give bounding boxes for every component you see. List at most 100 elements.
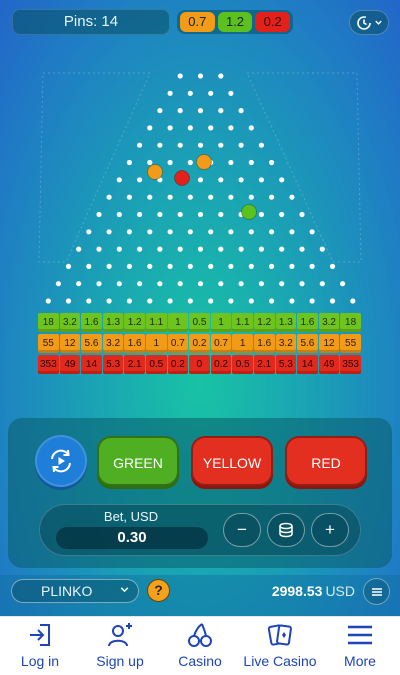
help-button[interactable]: ? bbox=[147, 579, 170, 602]
board-pin bbox=[45, 298, 51, 304]
nav-label: Casino bbox=[178, 653, 222, 669]
decrease-bet-button[interactable]: − bbox=[223, 513, 261, 547]
board-pin bbox=[299, 281, 305, 287]
board-pin bbox=[208, 194, 214, 200]
board-pin bbox=[177, 142, 183, 148]
nav-more[interactable]: More bbox=[320, 617, 400, 675]
add-user-icon bbox=[108, 623, 132, 647]
board-pin bbox=[228, 194, 234, 200]
board-pin bbox=[197, 142, 204, 148]
red-button[interactable]: RED bbox=[285, 436, 367, 486]
nav-live-casino[interactable]: Live Casino bbox=[240, 617, 320, 675]
red-slot: 353 bbox=[38, 355, 59, 374]
board-pin bbox=[55, 281, 62, 287]
board-pin bbox=[228, 263, 234, 269]
board-pin bbox=[218, 211, 224, 218]
board-pin bbox=[350, 298, 356, 304]
board-pin bbox=[340, 281, 346, 287]
board-pin bbox=[86, 229, 92, 235]
board-pin bbox=[167, 90, 173, 96]
green-slot: 18 bbox=[38, 313, 59, 332]
board-pin bbox=[228, 90, 234, 96]
green-slot: 1.6 bbox=[297, 313, 318, 332]
board-pin bbox=[319, 281, 325, 287]
board-pin bbox=[167, 229, 173, 235]
board-pin bbox=[208, 125, 214, 131]
board-pin bbox=[197, 177, 204, 183]
board-pin bbox=[279, 246, 285, 252]
board-pin bbox=[147, 159, 153, 166]
nav-label: Sign up bbox=[96, 653, 144, 669]
ball bbox=[174, 170, 190, 186]
bet-chips-button[interactable] bbox=[267, 513, 305, 547]
board-pin bbox=[187, 229, 193, 235]
login-icon bbox=[30, 624, 50, 646]
red-slot: 49 bbox=[318, 355, 340, 374]
autoplay-button[interactable] bbox=[35, 435, 87, 487]
board-pin bbox=[65, 263, 72, 269]
board-pin bbox=[147, 194, 153, 200]
red-slot: 353 bbox=[340, 355, 361, 374]
board-pin bbox=[137, 281, 143, 287]
multiplier-slots: 18 3.2 1.6 1.3 1.2 1.1 1 0.5 1 1.1 1.2 1.3 1.6 3.2 18 … bbox=[38, 313, 363, 376]
board-pin bbox=[187, 90, 193, 96]
board-pin bbox=[147, 229, 153, 235]
board-pin bbox=[96, 211, 102, 218]
board-pin bbox=[137, 246, 143, 252]
green-slot: 1.3 bbox=[275, 313, 297, 332]
red-slot: 49 bbox=[59, 355, 81, 374]
yellow-slot: 1 bbox=[145, 334, 167, 353]
board-pin bbox=[208, 229, 214, 235]
board-pin bbox=[187, 159, 193, 166]
board-pin bbox=[218, 246, 224, 252]
board-pin bbox=[157, 246, 163, 252]
board-pin bbox=[147, 125, 153, 131]
yellow-slot: 3.2 bbox=[102, 334, 124, 353]
board-pin bbox=[197, 246, 204, 252]
board-pin bbox=[147, 263, 153, 269]
balance-display: 2998.53 USD bbox=[230, 583, 355, 599]
green-slot: 18 bbox=[340, 313, 361, 332]
board-pin bbox=[258, 281, 264, 287]
coins-stack-icon bbox=[279, 522, 293, 538]
cherries-icon bbox=[188, 623, 212, 647]
board-pin bbox=[238, 142, 244, 148]
board-pin bbox=[197, 211, 204, 218]
board-pin bbox=[218, 177, 224, 183]
board-pin bbox=[248, 194, 254, 200]
board-pin bbox=[289, 194, 295, 200]
board-pin bbox=[76, 246, 82, 252]
autoplay-icon bbox=[51, 449, 71, 473]
cards-icon bbox=[267, 624, 292, 646]
board-pin bbox=[126, 159, 132, 166]
board-pin bbox=[238, 281, 244, 287]
red-slot: 14 bbox=[81, 355, 102, 374]
bet-amount-field[interactable]: 0.30 bbox=[56, 527, 208, 549]
nav-casino[interactable]: Casino bbox=[160, 617, 240, 675]
board-pin bbox=[248, 229, 254, 235]
nav-label: More bbox=[344, 653, 376, 669]
board-pin bbox=[228, 298, 234, 304]
green-slot: 1 bbox=[210, 313, 232, 332]
green-slot-row: 18 3.2 1.6 1.3 1.2 1.1 1 0.5 1 1.1 1.2 1.3 1.6 3.2 18 bbox=[38, 313, 363, 332]
board-pin bbox=[187, 263, 193, 269]
increase-bet-button[interactable]: + bbox=[311, 513, 349, 547]
nav-log-in[interactable]: Log in bbox=[0, 617, 80, 675]
yellow-button[interactable]: YELLOW bbox=[191, 436, 273, 486]
board-pin bbox=[228, 159, 234, 166]
yellow-slot: 5.6 bbox=[81, 334, 102, 353]
board-pin bbox=[299, 246, 305, 252]
board-pin bbox=[218, 281, 224, 287]
green-button[interactable]: GREEN bbox=[97, 436, 179, 486]
board-pin bbox=[126, 229, 132, 235]
nav-label: Live Casino bbox=[243, 653, 317, 669]
board-pin bbox=[157, 142, 163, 148]
yellow-slot: 1.6 bbox=[253, 334, 275, 353]
game-menu-button[interactable] bbox=[363, 578, 390, 605]
board-pin bbox=[329, 298, 336, 304]
yellow-slot: 1.6 bbox=[124, 334, 145, 353]
board-pin bbox=[106, 229, 112, 235]
red-slot: 0 bbox=[189, 355, 210, 374]
board-pin bbox=[279, 177, 285, 183]
nav-sign-up[interactable]: Sign up bbox=[80, 617, 160, 675]
